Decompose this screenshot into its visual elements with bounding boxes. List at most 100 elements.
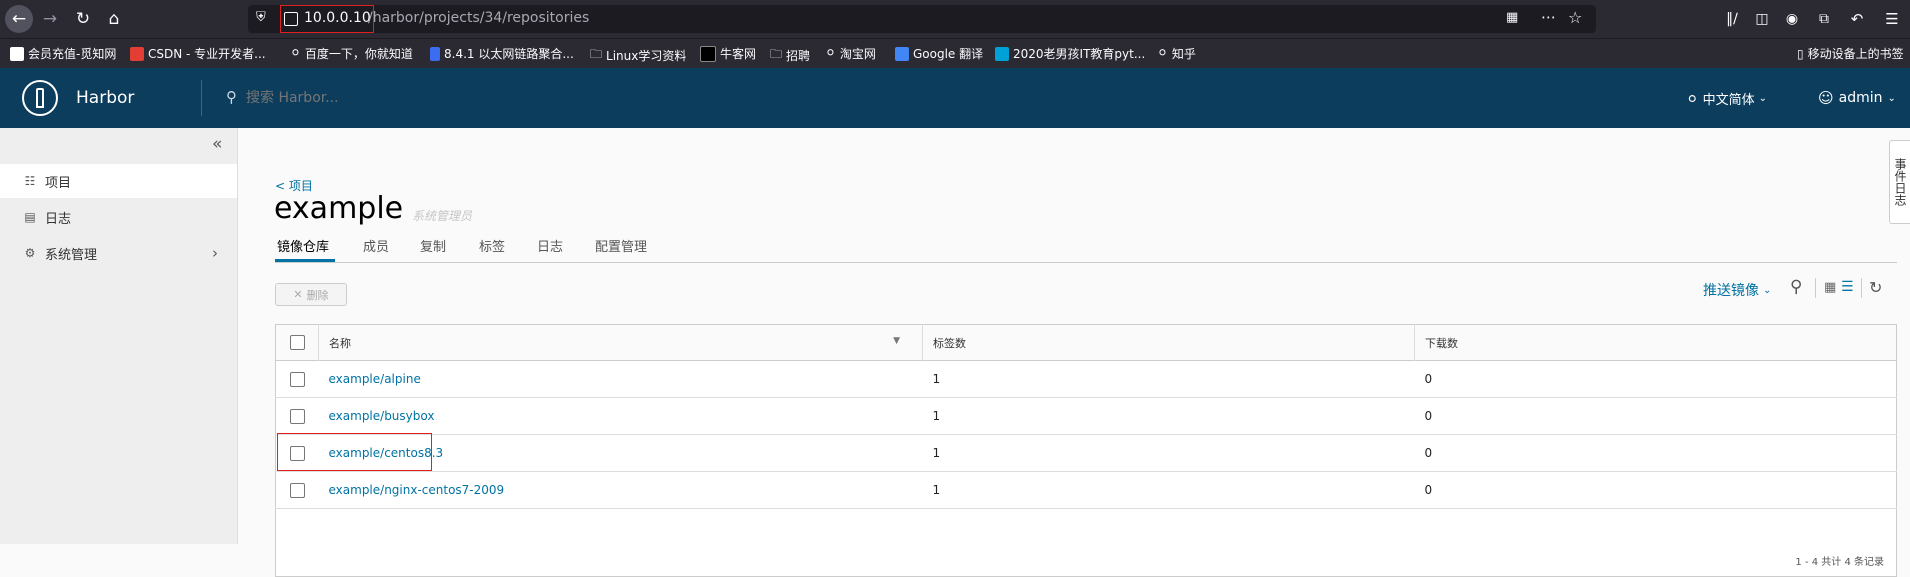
bookmark-item[interactable]: 8.4.1 以太网链路聚合... [430, 45, 574, 62]
bookmark-item[interactable]: ⚪ 淘宝网 [825, 45, 876, 62]
bookmark-item[interactable]: 🗀 Linux学习资料 [590, 45, 686, 66]
language-selector[interactable]: ⚪ 中文简体 ⌄ [1686, 89, 1767, 109]
bookmark-label: CSDN - 专业开发者... [148, 47, 266, 61]
user-icon: ☺ [1818, 89, 1834, 107]
sidebar-item-admin[interactable]: ⚙ 系统管理 › [0, 236, 237, 270]
tab-logs[interactable]: 日志 [537, 236, 563, 255]
tab-labels[interactable]: 标签 [479, 236, 505, 255]
table-row: example/nginx-centos7-2009 1 0 [275, 472, 1897, 509]
sidebar: « ☷ 项目 ▤ 日志 ⚙ 系统管理 › [0, 128, 238, 544]
tab-configuration[interactable]: 配置管理 [595, 236, 647, 255]
screenshot-icon[interactable]: ⧉ [1812, 7, 1836, 31]
bookmark-item[interactable]: 牛客网 [700, 45, 756, 62]
reload-icon[interactable]: ↻ [71, 7, 95, 31]
tab-members[interactable]: 成员 [363, 236, 389, 255]
tags-count-cell: 1 [932, 372, 941, 386]
select-all-cell [275, 324, 319, 361]
row-checkbox[interactable] [289, 482, 305, 498]
projects-icon: ☷ [24, 174, 36, 188]
mobile-bookmarks[interactable]: ▯ 移动设备上的书签 [1797, 45, 1904, 62]
forward-arrow-icon[interactable]: → [38, 7, 62, 31]
bookmark-label: 淘宝网 [839, 47, 876, 61]
admin-icon: ⚙ [24, 246, 36, 260]
globe-icon: ⚪ [290, 46, 301, 61]
bookmark-item[interactable]: 🗀 招聘 [770, 45, 810, 66]
row-checkbox[interactable] [289, 408, 305, 424]
account-icon[interactable]: ◉ [1780, 7, 1804, 31]
bookmark-star-icon[interactable]: ☆ [1568, 8, 1582, 27]
user-menu[interactable]: ☺ admin ⌄ [1818, 89, 1896, 107]
repo-name-link[interactable]: example/busybox [329, 409, 435, 423]
tab-repositories[interactable]: 镜像仓库 [277, 236, 329, 255]
delete-button[interactable]: ✕ 删除 [275, 283, 347, 306]
search-input[interactable] [244, 86, 548, 110]
sidebar-toggle-icon[interactable]: ◫ [1750, 7, 1774, 31]
bookmark-icon [430, 46, 440, 61]
back-arrow-icon[interactable]: ← [5, 5, 33, 33]
shield-icon[interactable]: ⛨ [256, 10, 266, 25]
mobile-device-icon: ▯ [1797, 46, 1804, 61]
row-checkbox[interactable] [289, 371, 305, 387]
pulls-count-cell: 0 [1424, 409, 1433, 423]
tab-replication[interactable]: 复制 [420, 236, 446, 255]
globe-icon: ⚪ [825, 46, 836, 61]
column-header-tags[interactable]: 标签数 [922, 324, 1415, 361]
harbor-logo-icon[interactable] [22, 80, 58, 116]
library-icon[interactable]: ‖∕ [1720, 7, 1744, 31]
undo-icon[interactable]: ↶ [1845, 7, 1869, 31]
browser-toolbar: ← → ↻ ⌂ ⛨ 10.0.0.10 /harbor/projects/34/… [0, 0, 1910, 38]
bookmark-item[interactable]: 2020老男孩IT教育pyt... [995, 45, 1145, 62]
folder-icon: 🗀 [770, 47, 783, 61]
card-view-icon[interactable]: ▦ [1824, 280, 1836, 295]
pulls-count-cell: 0 [1424, 446, 1433, 460]
close-icon: ✕ [293, 288, 303, 301]
bookmark-item[interactable]: CSDN - 专业开发者... [130, 45, 266, 62]
chevron-down-icon: ⌄ [1763, 284, 1772, 296]
search-icon[interactable]: ⚲ [226, 88, 237, 106]
globe-icon: ⚪ [1686, 89, 1699, 108]
sidebar-item-projects[interactable]: ☷ 项目 [0, 164, 237, 198]
repo-name-cell: example/busybox [319, 398, 923, 435]
search-icon[interactable]: ⚲ [1790, 277, 1802, 297]
collapse-sidebar-icon[interactable]: « [212, 134, 222, 154]
bookmark-label: 2020老男孩IT教育pyt... [1013, 47, 1146, 61]
event-log-side-tab[interactable]: 事件日志 [1889, 140, 1910, 224]
bookmark-item[interactable]: Google 翻译 [895, 45, 983, 62]
column-header-pulls[interactable]: 下载数 [1415, 325, 1897, 361]
brand-name[interactable]: Harbor [76, 88, 134, 108]
toolbar-divider [1815, 278, 1816, 298]
filter-icon[interactable]: ▼ [893, 336, 900, 346]
chevron-down-icon: ⌄ [1758, 93, 1767, 104]
url-bar[interactable]: ⛨ 10.0.0.10 /harbor/projects/34/reposito… [248, 5, 1596, 33]
folder-icon: 🗀 [590, 47, 603, 61]
chevron-down-icon: ⌄ [1887, 92, 1896, 104]
push-image-dropdown[interactable]: 推送镜像 ⌄ [1703, 280, 1771, 300]
bookmark-label: 招聘 [786, 49, 811, 63]
qr-code-icon[interactable]: ▦ [1506, 10, 1518, 25]
refresh-icon[interactable]: ↻ [1869, 278, 1882, 297]
bookmarks-bar: 会员充值-觅知网 CSDN - 专业开发者... ⚪ 百度一下，你就知道 8.4.… [0, 38, 1910, 68]
list-view-icon[interactable]: ☰ [1841, 279, 1854, 295]
bookmark-item[interactable]: ⚪ 百度一下，你就知道 [290, 45, 413, 62]
logs-icon: ▤ [24, 210, 36, 224]
bookmark-item[interactable]: ⚪ 知乎 [1157, 45, 1196, 62]
home-icon[interactable]: ⌂ [102, 7, 126, 31]
more-actions-icon[interactable]: ⋯ [1541, 8, 1556, 26]
google-translate-icon [895, 46, 909, 61]
repo-name-link[interactable]: example/nginx-centos7-2009 [329, 483, 505, 497]
bookmark-label: 百度一下，你就知道 [304, 47, 413, 61]
tabs-divider [275, 262, 1897, 263]
sidebar-item-label: 项目 [45, 175, 72, 191]
column-header-name[interactable]: 名称 ▼ [318, 324, 923, 361]
column-label: 标签数 [933, 336, 966, 350]
tags-count-cell: 1 [932, 409, 941, 423]
globe-icon: ⚪ [1157, 46, 1168, 61]
menu-icon[interactable]: ☰ [1880, 7, 1904, 31]
bookmark-label: 知乎 [1171, 47, 1196, 61]
select-all-checkbox[interactable] [289, 335, 305, 350]
mi-icon [10, 46, 24, 61]
sidebar-item-logs[interactable]: ▤ 日志 [0, 200, 237, 234]
bilibili-icon [995, 46, 1009, 61]
repo-name-link[interactable]: example/alpine [329, 372, 421, 386]
bookmark-item[interactable]: 会员充值-觅知网 [10, 45, 116, 62]
